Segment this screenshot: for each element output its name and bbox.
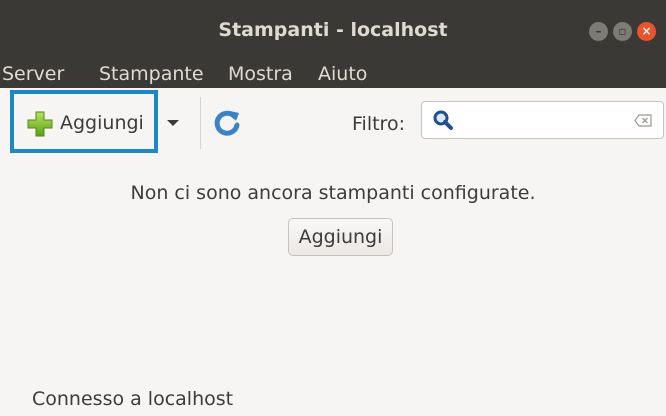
maximize-button[interactable]: ▫ <box>613 22 632 41</box>
add-printer-button[interactable]: Aggiungi <box>10 90 158 153</box>
title-bar: Stampanti - localhost – ▫ × <box>0 0 666 63</box>
menu-bar: Server Stampante Mostra Aiuto <box>0 63 666 88</box>
toolbar-separator <box>200 97 201 149</box>
minimize-button[interactable]: – <box>589 22 608 41</box>
empty-state-message: Non ci sono ancora stampanti configurate… <box>130 182 536 204</box>
minimize-icon: – <box>595 24 602 38</box>
filter-label: Filtro: <box>352 113 405 135</box>
window-title: Stampanti - localhost <box>218 19 448 41</box>
menu-mostra[interactable]: Mostra <box>228 63 293 88</box>
filter-search-box[interactable] <box>421 101 664 139</box>
status-text: Connesso a localhost <box>32 388 234 410</box>
menu-server[interactable]: Server <box>2 63 64 88</box>
filter-input[interactable] <box>460 106 620 134</box>
add-dropdown-arrow-icon[interactable] <box>167 120 179 126</box>
close-icon: × <box>641 24 652 38</box>
search-icon <box>433 110 453 130</box>
add-printer-label: Aggiungi <box>60 112 144 134</box>
close-button[interactable]: × <box>637 22 656 41</box>
menu-stampante[interactable]: Stampante <box>99 63 204 88</box>
clear-icon[interactable] <box>634 114 652 127</box>
refresh-icon[interactable] <box>212 108 242 138</box>
maximize-icon: ▫ <box>618 24 627 38</box>
printers-window: Stampanti - localhost – ▫ × Server Stamp… <box>0 0 666 416</box>
plus-icon <box>27 111 53 137</box>
menu-aiuto[interactable]: Aiuto <box>318 63 367 88</box>
add-printer-center-button[interactable]: Aggiungi <box>288 218 393 256</box>
